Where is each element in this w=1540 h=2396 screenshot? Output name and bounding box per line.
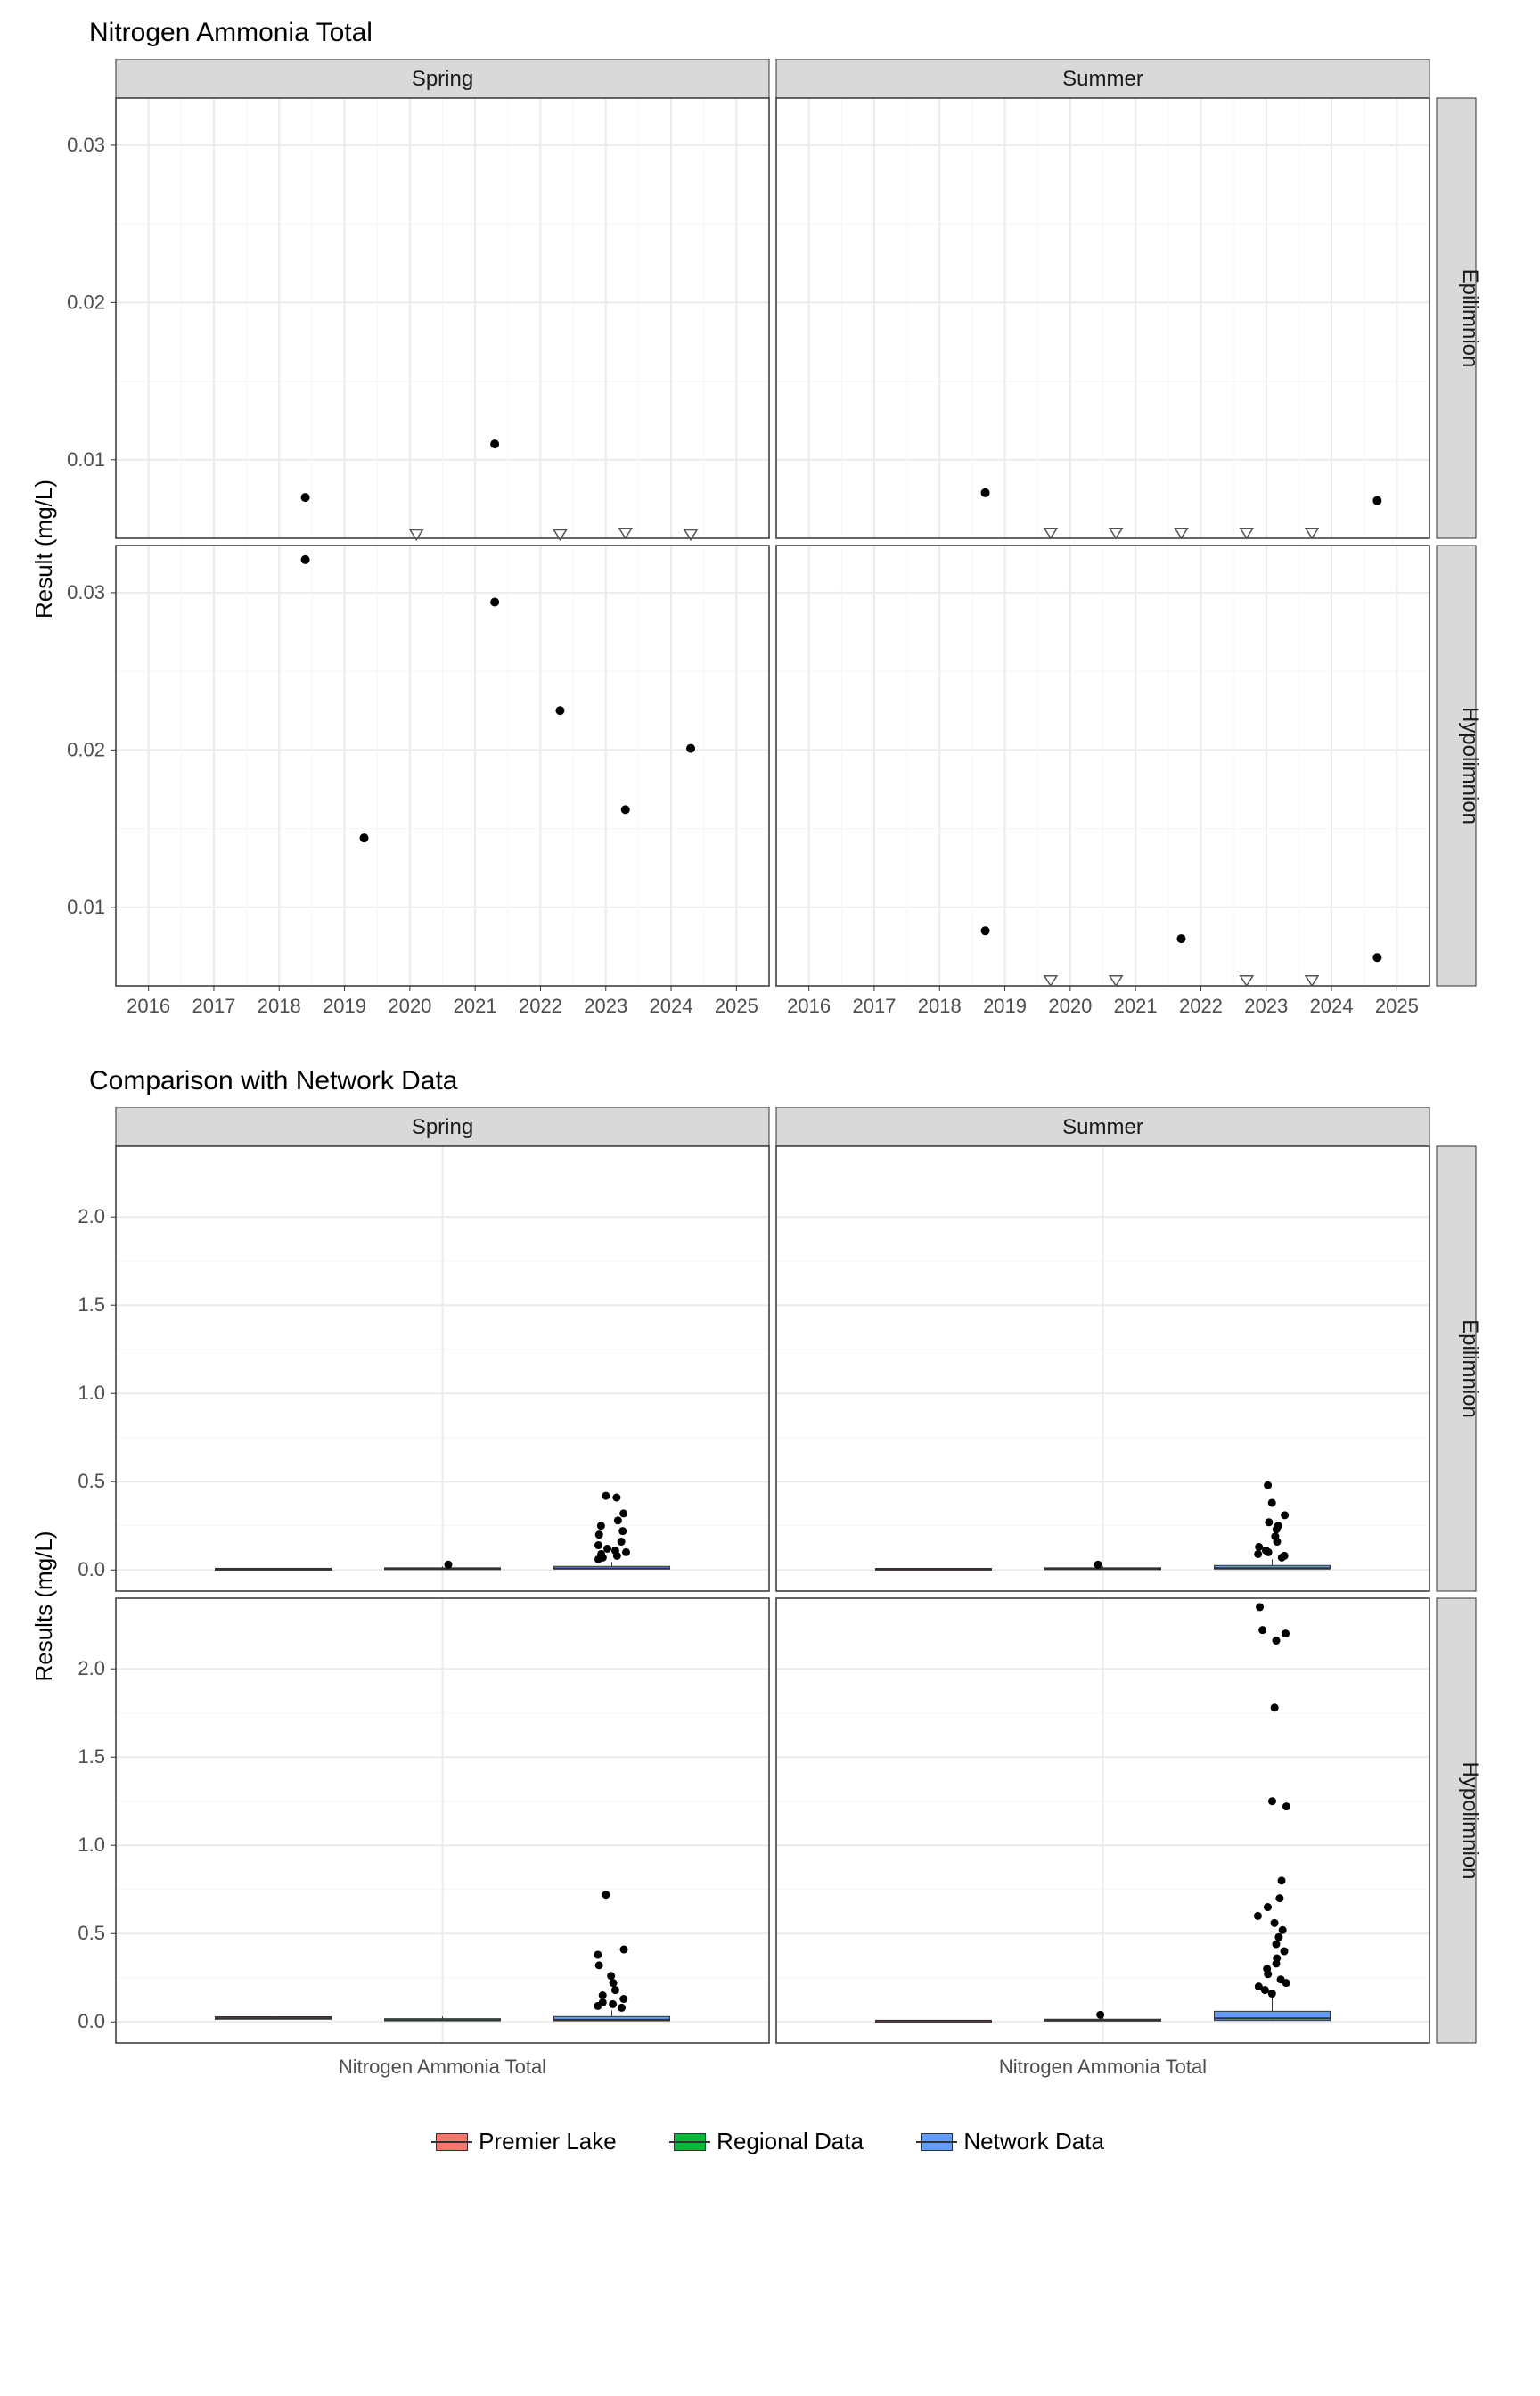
chart2-container: Results (mg/L) Spring 0.0 0.5 1.0 1.5 2.0 Summe…: [27, 1107, 1513, 2105]
svg-text:Spring: Spring: [412, 67, 473, 91]
svg-text:2024: 2024: [1310, 995, 1354, 1017]
svg-text:2021: 2021: [1114, 995, 1158, 1017]
svg-text:0.01: 0.01: [67, 448, 105, 471]
svg-text:Hypolimnion: Hypolimnion: [1458, 1761, 1482, 1879]
svg-text:2021: 2021: [454, 995, 497, 1017]
svg-text:2023: 2023: [1244, 995, 1288, 1017]
svg-text:2018: 2018: [918, 995, 962, 1017]
legend-item-network: Network Data: [921, 2128, 1104, 2155]
svg-text:Spring: Spring: [412, 1115, 473, 1139]
svg-text:Nitrogen Ammonia Total: Nitrogen Ammonia Total: [339, 2055, 546, 2078]
svg-text:1.5: 1.5: [78, 1293, 105, 1316]
svg-text:Epilimnion: Epilimnion: [1458, 269, 1482, 368]
svg-text:2024: 2024: [650, 995, 693, 1017]
svg-text:Nitrogen Ammonia Total: Nitrogen Ammonia Total: [999, 2055, 1207, 2078]
svg-text:Epilimnion: Epilimnion: [1458, 1319, 1482, 1418]
svg-text:2020: 2020: [1048, 995, 1092, 1017]
svg-text:2019: 2019: [323, 995, 366, 1017]
legend-label-premier: Premier Lake: [479, 2128, 617, 2155]
svg-text:1.5: 1.5: [78, 1745, 105, 1768]
legend-label-network: Network Data: [963, 2128, 1104, 2155]
svg-text:1.0: 1.0: [78, 1382, 105, 1404]
legend-label-regional: Regional Data: [717, 2128, 864, 2155]
svg-text:0.0: 0.0: [78, 1558, 105, 1580]
svg-text:2017: 2017: [192, 995, 235, 1017]
svg-text:Summer: Summer: [1062, 1115, 1143, 1139]
svg-text:2025: 2025: [1375, 995, 1419, 1017]
svg-text:0.02: 0.02: [67, 291, 105, 313]
svg-text:0.03: 0.03: [67, 134, 105, 156]
chart1-container: Result (mg/L) Spring 0.01 0.02 0.03 Summer Epi…: [27, 59, 1513, 1039]
svg-text:0.5: 0.5: [78, 1470, 105, 1492]
svg-text:Summer: Summer: [1062, 67, 1143, 91]
svg-text:2016: 2016: [787, 995, 831, 1017]
svg-text:1.0: 1.0: [78, 1834, 105, 1856]
chart1-title: Nitrogen Ammonia Total: [89, 18, 1513, 48]
svg-text:0.03: 0.03: [67, 581, 105, 603]
svg-text:2.0: 2.0: [78, 1205, 105, 1227]
svg-text:2.0: 2.0: [78, 1657, 105, 1679]
svg-text:0.02: 0.02: [67, 738, 105, 760]
svg-text:2022: 2022: [519, 995, 562, 1017]
legend-key-premier: [436, 2133, 468, 2151]
svg-text:2022: 2022: [1179, 995, 1223, 1017]
svg-text:Hypolimnion: Hypolimnion: [1458, 707, 1482, 825]
svg-text:0.01: 0.01: [67, 896, 105, 918]
svg-text:2019: 2019: [983, 995, 1027, 1017]
svg-text:0.5: 0.5: [78, 1922, 105, 1944]
legend-item-regional: Regional Data: [674, 2128, 864, 2155]
svg-text:Results (mg/L): Results (mg/L): [30, 1530, 57, 1681]
svg-text:Result (mg/L): Result (mg/L): [30, 480, 57, 619]
legend-key-regional: [674, 2133, 706, 2151]
svg-text:2018: 2018: [258, 995, 301, 1017]
legend-key-network: [921, 2133, 953, 2151]
legend: Premier Lake Regional Data Network Data: [27, 2128, 1513, 2155]
legend-item-premier: Premier Lake: [436, 2128, 617, 2155]
svg-text:0.0: 0.0: [78, 2010, 105, 2032]
svg-text:2025: 2025: [715, 995, 758, 1017]
svg-text:2020: 2020: [388, 995, 431, 1017]
svg-text:2016: 2016: [127, 995, 170, 1017]
chart2-title: Comparison with Network Data: [89, 1066, 1513, 1096]
svg-text:2017: 2017: [852, 995, 896, 1017]
svg-text:2023: 2023: [584, 995, 627, 1017]
